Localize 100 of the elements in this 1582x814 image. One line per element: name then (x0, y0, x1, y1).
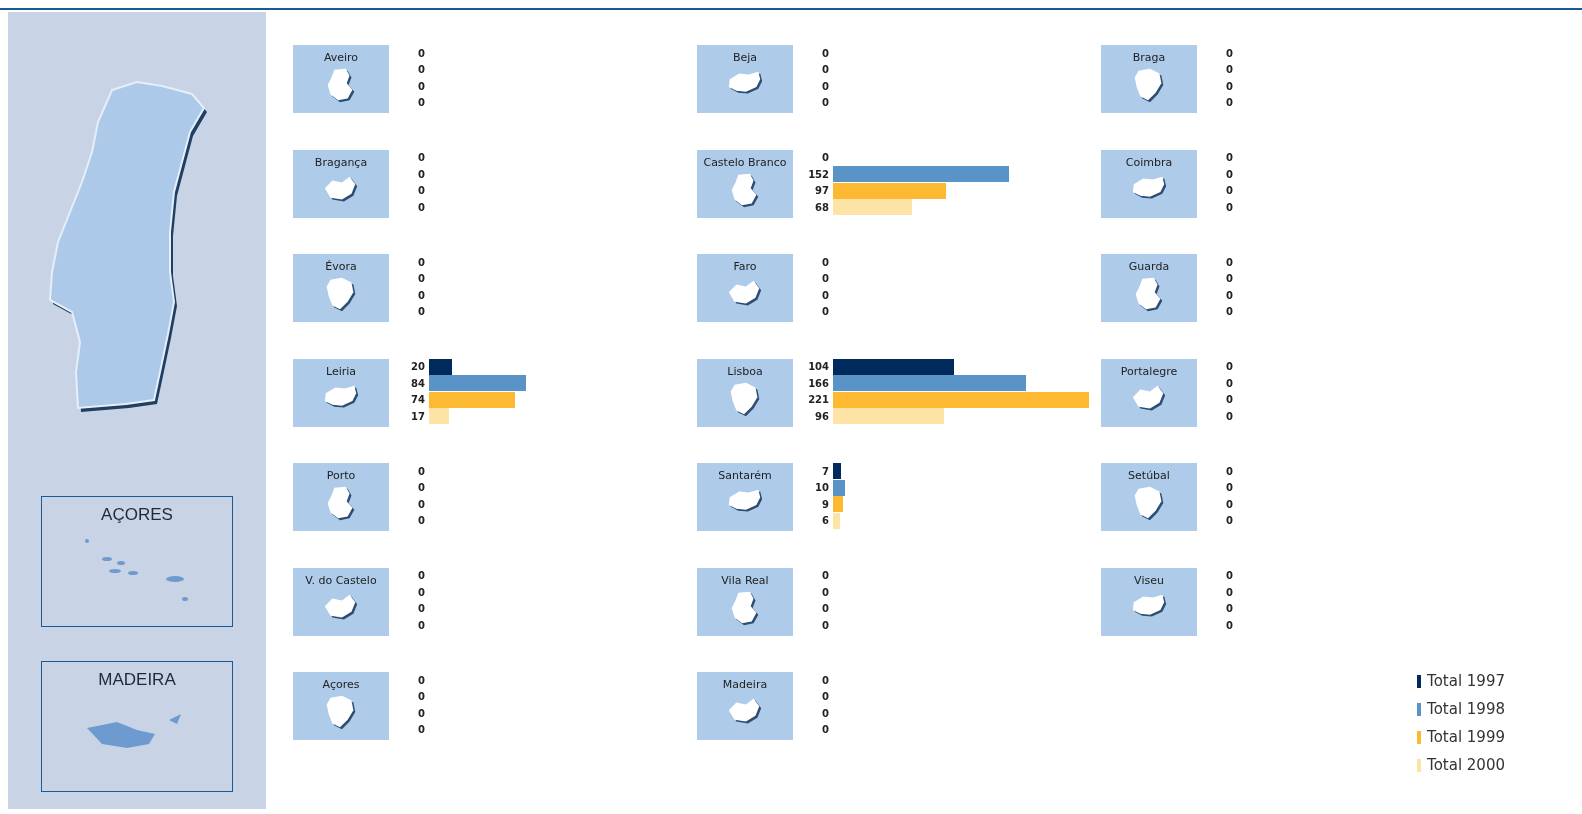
value-label: 0 (417, 603, 426, 615)
value-label: 0 (821, 586, 830, 598)
value-label: 0 (417, 289, 426, 301)
value-label: 0 (821, 603, 830, 615)
value-label: 0 (1225, 168, 1234, 180)
district-name: Santarém (718, 469, 772, 482)
value-label: 74 (410, 394, 426, 406)
value-label: 0 (417, 707, 426, 719)
value-label: 0 (1225, 80, 1234, 92)
value-label: 7 (821, 465, 830, 477)
value-label: 0 (1225, 47, 1234, 59)
value-label: 0 (821, 273, 830, 285)
value-label: 104 (807, 361, 830, 373)
value-label: 0 (417, 168, 426, 180)
value-label: 0 (821, 256, 830, 268)
district-name: Faro (733, 260, 757, 273)
district-name: Évora (325, 260, 357, 273)
district-name: Braga (1132, 51, 1166, 64)
value-label: 0 (1225, 465, 1234, 477)
value-label: 0 (417, 586, 426, 598)
value-label: 0 (821, 619, 830, 631)
district-name: Aveiro (323, 51, 359, 64)
value-label: 9 (821, 498, 830, 510)
legend-label: Total 2000 (1427, 756, 1505, 774)
value-label: 0 (821, 80, 830, 92)
value-label: 0 (1225, 603, 1234, 615)
district-name: Beja (732, 51, 758, 64)
value-label: 17 (410, 410, 426, 422)
inset-map-label: MADEIRA (98, 670, 176, 690)
value-label: 0 (417, 256, 426, 268)
value-label: 0 (1225, 394, 1234, 406)
value-label: 0 (417, 724, 426, 736)
district-name: Leiria (325, 364, 357, 378)
value-label: 0 (1225, 201, 1234, 213)
legend-label: Total 1997 (1427, 672, 1505, 690)
value-label: 10 (814, 482, 830, 494)
district-name: Vila Real (721, 573, 769, 587)
value-label: 0 (1225, 570, 1234, 582)
value-bar (833, 479, 845, 496)
value-label: 0 (821, 97, 830, 109)
value-label: 0 (417, 691, 426, 703)
value-label: 0 (417, 152, 426, 164)
value-label: 0 (821, 570, 830, 582)
district-name: Porto (326, 469, 356, 482)
district-name: Bragança (314, 155, 368, 169)
value-label: 0 (417, 306, 426, 318)
value-label: 20 (410, 361, 426, 373)
value-label: 68 (814, 201, 830, 213)
legend-label: Total 1998 (1427, 700, 1505, 718)
district-name: Açores (322, 678, 360, 691)
value-label: 0 (1225, 97, 1234, 109)
value-label: 0 (821, 152, 830, 164)
legend-label: Total 1999 (1427, 728, 1505, 746)
value-bar (833, 463, 842, 480)
value-label: 0 (1225, 482, 1234, 494)
value-label: 0 (417, 619, 426, 631)
value-label: 0 (417, 570, 426, 582)
district-name: Madeira (722, 678, 768, 691)
value-label: 0 (1225, 64, 1234, 76)
district-name: Guarda (1128, 260, 1170, 273)
value-label: 221 (807, 394, 830, 406)
value-label: 97 (814, 185, 830, 197)
value-label: 0 (417, 185, 426, 197)
value-label: 0 (821, 64, 830, 76)
value-label: 0 (1225, 361, 1234, 373)
value-label: 0 (1225, 515, 1234, 527)
value-label: 0 (417, 515, 426, 527)
value-label: 0 (417, 47, 426, 59)
value-label: 152 (807, 168, 830, 180)
inset-map-label: AÇORES (101, 505, 173, 525)
value-label: 0 (1225, 289, 1234, 301)
value-label: 0 (821, 691, 830, 703)
value-label: 0 (1225, 498, 1234, 510)
district-name: Lisboa (727, 364, 763, 378)
value-label: 0 (1225, 273, 1234, 285)
district-name: Viseu (1134, 573, 1164, 587)
value-label: 0 (417, 201, 426, 213)
value-label: 0 (1225, 256, 1234, 268)
value-label: 0 (1225, 619, 1234, 631)
value-label: 96 (814, 410, 830, 422)
value-label: 0 (417, 465, 426, 477)
value-label: 6 (821, 515, 830, 527)
value-label: 84 (410, 377, 426, 389)
value-label: 0 (1225, 377, 1234, 389)
value-label: 0 (821, 47, 830, 59)
value-label: 0 (821, 724, 830, 736)
value-label: 0 (1225, 185, 1234, 197)
district-name: Castelo Branco (703, 155, 787, 169)
value-label: 0 (417, 80, 426, 92)
district-name: Portalegre (1120, 364, 1178, 378)
value-label: 0 (821, 707, 830, 719)
value-label: 0 (1225, 410, 1234, 422)
district-name: V. do Castelo (305, 573, 377, 587)
value-label: 0 (1225, 586, 1234, 598)
value-label: 0 (417, 273, 426, 285)
value-label: 0 (417, 674, 426, 686)
district-name: Setúbal (1128, 469, 1170, 482)
value-label: 0 (417, 498, 426, 510)
value-label: 0 (1225, 152, 1234, 164)
value-label: 0 (417, 64, 426, 76)
